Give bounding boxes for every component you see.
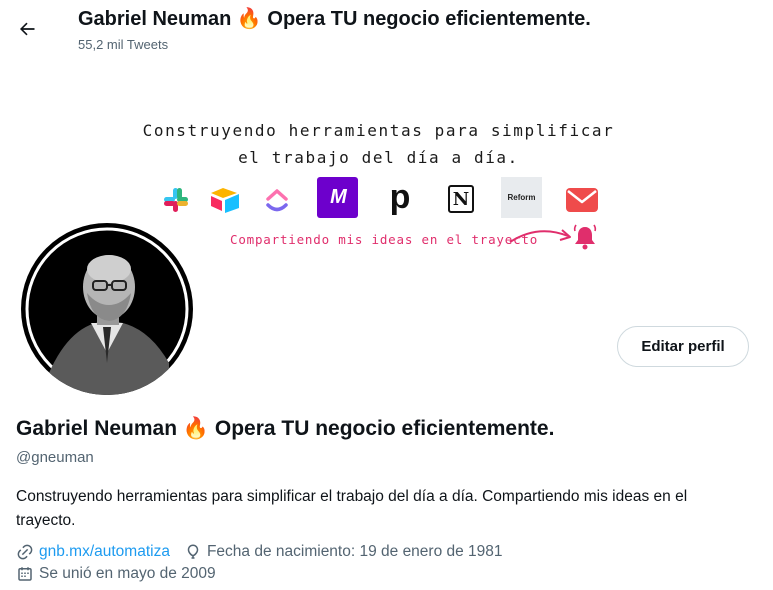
calendar-icon (18, 567, 32, 581)
avatar-photo (21, 223, 193, 395)
tweet-count: 55,2 mil Tweets (78, 37, 169, 52)
birthday-text: Fecha de nacimiento: 19 de enero de 1981 (206, 543, 503, 560)
pipedream-logo-icon: p (389, 178, 411, 216)
mail-logo-icon (562, 180, 602, 220)
slack-logo-icon (156, 180, 196, 220)
website-item: gnb.mx/automatiza (16, 543, 170, 561)
link-icon (17, 544, 33, 560)
website-link[interactable]: gnb.mx/automatiza (39, 543, 170, 561)
profile-handle: @gneuman (16, 449, 94, 466)
profile-avatar[interactable] (18, 220, 196, 398)
reform-logo-icon: Reform (501, 177, 542, 218)
bell-icon (573, 224, 597, 250)
profile-meta-row-2: Se unió en mayo de 2009 (16, 565, 230, 583)
make-logo-icon: M (317, 177, 358, 218)
back-button[interactable] (10, 12, 44, 46)
banner-tagline: Compartiendo mis ideas en el trayecto (230, 232, 539, 247)
header-title: Gabriel Neuman 🔥 Opera TU negocio eficie… (78, 8, 591, 30)
birthday-item: Fecha de nacimiento: 19 de enero de 1981 (184, 543, 503, 561)
joined-item: Se unió en mayo de 2009 (16, 565, 216, 583)
curved-arrow-icon (509, 229, 571, 243)
clickup-logo-icon (257, 180, 297, 220)
banner-text-line-2: el trabajo del día a día. (238, 148, 519, 167)
profile-header: Gabriel Neuman 🔥 Opera TU negocio eficie… (0, 0, 773, 62)
arrow-left-icon (20, 22, 35, 36)
profile-bio: Construyendo herramientas para simplific… (16, 488, 688, 529)
balloon-icon (187, 544, 199, 559)
profile-meta-row-1: gnb.mx/automatiza Fecha de nacimiento: 1… (16, 543, 517, 561)
airtable-logo-icon (205, 180, 245, 220)
notion-logo-icon: N (441, 179, 481, 219)
profile-display-name: Gabriel Neuman 🔥 Opera TU negocio eficie… (16, 417, 555, 440)
banner-text-line-1: Construyendo herramientas para simplific… (142, 121, 615, 140)
edit-profile-button[interactable]: Editar perfil (617, 326, 749, 367)
joined-text: Se unió en mayo de 2009 (39, 565, 216, 582)
